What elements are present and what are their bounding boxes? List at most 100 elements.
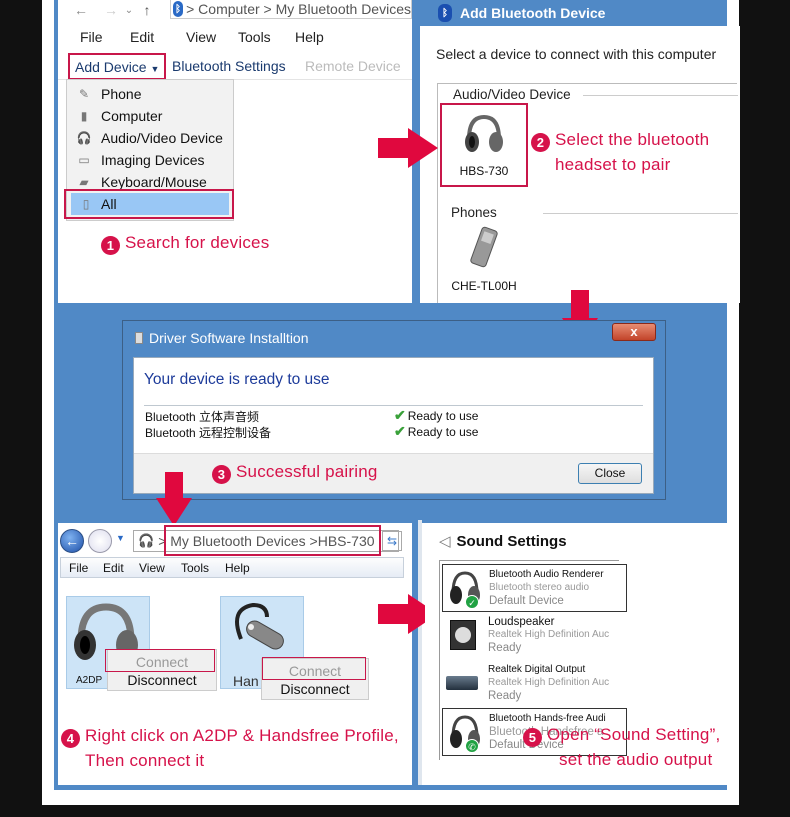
arrow-down-2: [156, 472, 192, 526]
dropdown-item-computer[interactable]: ▮ Computer: [67, 105, 233, 127]
add-device-button[interactable]: Add Device ▼: [68, 53, 167, 80]
window-title: Add Bluetooth Device: [460, 5, 606, 21]
add-bluetooth-title-bar: ᛒ Add Bluetooth Device: [420, 0, 727, 26]
step-text-line2: headset to pair: [555, 155, 671, 174]
bluetooth-settings-button[interactable]: Bluetooth Settings: [172, 58, 286, 74]
bluetooth-icon: ᛒ: [438, 4, 452, 22]
step-text-line2: set the audio output: [559, 750, 713, 769]
step-text: Right click on A2DP & Handsfree Profile,: [85, 726, 399, 745]
sound-settings-title: ◁ Sound Settings: [439, 532, 567, 550]
check-icon: ✔: [394, 423, 406, 439]
add-bluetooth-device-window: Select a device to connect with this com…: [420, 26, 740, 303]
remote-device-button: Remote Device: [305, 58, 401, 74]
computer-icon: ▮: [80, 109, 88, 123]
check-badge-icon: ✓: [465, 595, 479, 609]
dropdown-item-phone[interactable]: ✎ Phone: [67, 83, 233, 105]
dropdown-label: Phone: [101, 86, 142, 102]
title-text: Sound Settings: [456, 533, 567, 550]
imaging-icon: ▭: [78, 153, 90, 167]
device-row-status: ✔ Ready to use: [394, 407, 478, 424]
forward-button[interactable]: [88, 529, 112, 553]
sound-device-loudspeaker[interactable]: Loudspeaker Realtek High Definition Auc …: [442, 612, 627, 660]
back-button[interactable]: ←: [70, 2, 92, 18]
dialog-title-bar: Driver Software Installtion: [135, 330, 309, 346]
highlight-hbs-730: [440, 103, 528, 187]
keyboard-icon: ▰: [79, 175, 89, 189]
back-button[interactable]: ←: [60, 529, 84, 553]
recent-dropdown[interactable]: ⌄: [122, 5, 136, 16]
device-subtitle: Bluetooth stereo audio: [489, 582, 590, 593]
list-left-border: [437, 83, 438, 303]
menu-edit[interactable]: Edit: [130, 29, 154, 45]
close-x-button[interactable]: x: [612, 323, 656, 341]
device-che-tl00h[interactable]: CHE-TL00H: [450, 226, 518, 293]
disconnect-menu-item[interactable]: Disconnect: [262, 681, 368, 697]
dialog-body: Your device is ready to use Bluetooth 立体…: [133, 357, 654, 494]
device-subtitle: Realtek High Definition Auc: [488, 629, 610, 640]
device-state: Ready: [488, 690, 522, 702]
menu-tools[interactable]: Tools: [238, 29, 271, 45]
nav-row: ← ▼ 🎧 > My Bluetooth Devices >HBS-730 ⇆: [58, 525, 412, 556]
step-text-line2: Then connect it: [85, 751, 205, 770]
headset-icon: [235, 602, 284, 650]
step-number: 2: [531, 133, 550, 152]
step-number: 4: [61, 729, 80, 748]
menu-help[interactable]: Help: [225, 561, 250, 575]
up-button[interactable]: ↑: [136, 2, 158, 18]
step-number: 1: [101, 236, 120, 255]
close-button[interactable]: Close: [578, 463, 642, 484]
highlight-address: [164, 525, 381, 556]
dialog-footer: 3 Successful pairing Close: [134, 453, 653, 493]
forward-button[interactable]: →: [100, 2, 122, 18]
profile-label: A2DP: [76, 675, 103, 686]
group-phones-label: Phones: [451, 205, 501, 220]
address-bar[interactable]: ᛒ > Computer > My Bluetooth Devices: [170, 0, 412, 19]
device-profiles-window: ← ▼ 🎧 > My Bluetooth Devices >HBS-730 ⇆ F…: [58, 523, 412, 785]
menu-view[interactable]: View: [186, 29, 216, 45]
driver-install-dialog: Driver Software Installtion x Your devic…: [122, 320, 666, 500]
phone-icon: ✎: [78, 87, 90, 101]
menu-tools[interactable]: Tools: [181, 561, 209, 575]
dialog-title: Driver Software Installtion: [149, 330, 309, 346]
menu-file[interactable]: File: [80, 29, 103, 45]
device-name: Loudspeaker: [488, 616, 555, 628]
check-icon: ✔: [394, 407, 406, 423]
menu-edit[interactable]: Edit: [103, 561, 124, 575]
disconnect-menu-item[interactable]: Disconnect: [108, 672, 216, 688]
address-text: > Computer > My Bluetooth Devices: [186, 1, 411, 17]
device-subtitle: Realtek High Definition Auc: [488, 677, 610, 688]
status-text: Ready to use: [407, 409, 479, 423]
step-5-caption: 5 Open “Sound Setting”, set the audio out…: [523, 722, 720, 772]
frame-right-bottom-strip: [418, 520, 422, 788]
sound-device-bt-renderer[interactable]: ✓ Bluetooth Audio Renderer Bluetooth ste…: [442, 564, 627, 612]
phone-icon: [470, 226, 498, 268]
highlight-connect-handsfree: [262, 657, 366, 680]
dropdown-label: Imaging Devices: [101, 152, 205, 168]
step-text: Open “Sound Setting”,: [547, 725, 721, 744]
highlight-all: [64, 189, 234, 219]
group-divider: [543, 213, 738, 214]
headphones-icon: 🎧: [76, 131, 92, 145]
recent-dropdown[interactable]: ▼: [116, 533, 125, 543]
frame-bottom: [54, 785, 727, 790]
sound-settings-window: ◁ Sound Settings ✓ Bluetooth Audio Render…: [425, 523, 727, 785]
dropdown-item-imaging[interactable]: ▭ Imaging Devices: [67, 149, 233, 171]
dropdown-item-audio-video[interactable]: 🎧 Audio/Video Device: [67, 127, 233, 149]
step-text: Select the bluetooth: [555, 130, 710, 149]
phone-badge-icon: ✆: [465, 739, 479, 753]
menu-file[interactable]: File: [69, 561, 88, 575]
device-name: Realtek Digital Output: [488, 664, 586, 675]
device-name: CHE-TL00H: [451, 279, 517, 293]
step-1-caption: 1 Search for devices: [101, 233, 269, 255]
highlight-connect-a2dp: [105, 649, 215, 672]
step-number: 5: [523, 728, 542, 747]
menu-view[interactable]: View: [139, 561, 165, 575]
device-row-status: ✔ Ready to use: [394, 423, 478, 440]
step-text: Successful pairing: [236, 462, 378, 481]
sound-device-digital-output[interactable]: Realtek Digital Output Realtek High Defi…: [442, 660, 627, 708]
refresh-icon[interactable]: ⇆: [382, 531, 402, 551]
menu-bar: File Edit View Tools Help: [58, 29, 412, 49]
dropdown-label: Audio/Video Device: [101, 130, 223, 146]
group-divider: [583, 95, 738, 96]
menu-help[interactable]: Help: [295, 29, 324, 45]
